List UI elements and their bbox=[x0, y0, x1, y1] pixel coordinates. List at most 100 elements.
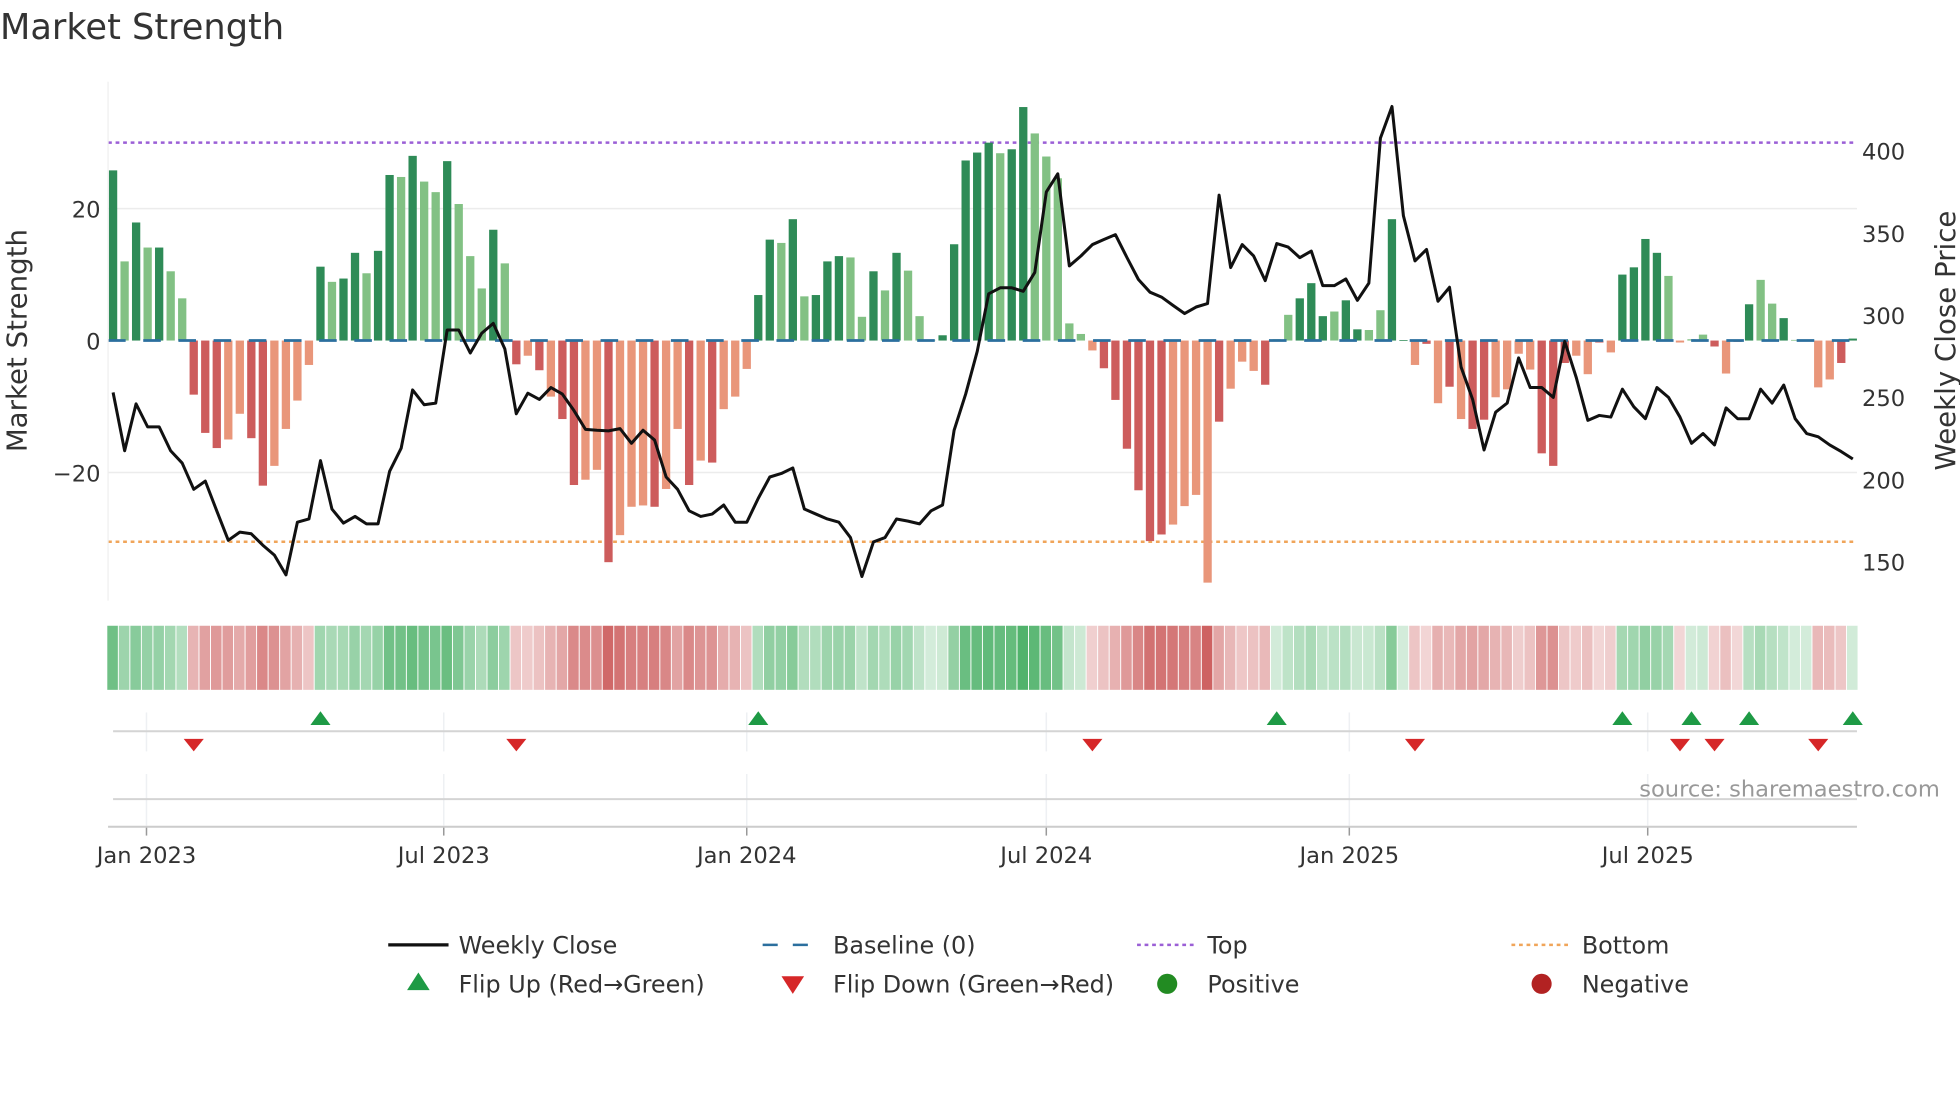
heat-cell bbox=[1674, 625, 1685, 690]
negative-bar bbox=[1099, 340, 1109, 369]
negative-bar bbox=[512, 340, 521, 365]
heat-cell bbox=[429, 625, 441, 690]
heat-cell bbox=[856, 625, 867, 690]
negative-bar bbox=[592, 340, 602, 470]
negative-bar bbox=[1261, 340, 1270, 385]
heat-cell bbox=[1628, 625, 1639, 690]
heat-cell bbox=[1582, 625, 1593, 690]
flip-down-marker bbox=[1704, 738, 1725, 752]
negative-bar bbox=[304, 340, 314, 365]
heat-cell bbox=[1432, 625, 1443, 690]
negative-bar bbox=[224, 340, 233, 440]
heat-cell bbox=[671, 625, 683, 690]
negative-bar bbox=[1122, 340, 1132, 449]
x-tick-label: Jan 2024 bbox=[695, 843, 797, 869]
negative-bar bbox=[247, 340, 256, 439]
negative-bar bbox=[1134, 340, 1143, 491]
y-axis-label: Market Strength bbox=[0, 229, 33, 452]
positive-bar bbox=[754, 295, 763, 341]
heat-cell bbox=[648, 625, 660, 690]
negative-bar bbox=[615, 340, 625, 536]
negative-bar bbox=[1721, 340, 1731, 374]
heat-cell bbox=[1086, 625, 1098, 690]
heat-cell bbox=[1800, 625, 1812, 690]
positive-bar bbox=[777, 242, 786, 341]
flip-up-marker bbox=[310, 711, 331, 726]
heat-cell bbox=[948, 625, 959, 690]
positive-bar bbox=[765, 239, 774, 341]
negative-bar bbox=[673, 340, 682, 429]
heat-cell bbox=[1005, 625, 1017, 690]
positive-bar bbox=[408, 155, 417, 341]
negative-bar bbox=[1572, 340, 1581, 356]
heat-cell bbox=[879, 625, 890, 690]
heat-cell bbox=[360, 625, 372, 690]
heat-cell bbox=[729, 625, 741, 690]
heat-cell bbox=[1754, 625, 1766, 690]
positive-bar bbox=[1042, 156, 1051, 341]
positive-bar bbox=[834, 256, 844, 341]
flip-up-marker bbox=[1681, 711, 1702, 726]
negative-bar bbox=[1249, 340, 1258, 371]
heat-cell bbox=[441, 625, 452, 690]
heat-cell bbox=[1697, 625, 1708, 690]
heat-cell bbox=[280, 625, 291, 690]
heat-cell bbox=[660, 625, 671, 690]
negative-bar bbox=[1214, 340, 1224, 422]
flip-down-marker bbox=[506, 738, 527, 752]
heat-cell bbox=[740, 625, 752, 690]
heat-cell bbox=[867, 625, 879, 690]
negative-bar bbox=[638, 340, 648, 506]
positive-bar bbox=[373, 250, 383, 341]
negative-bar bbox=[1710, 340, 1719, 347]
negative-bar bbox=[293, 340, 302, 401]
heat-cell bbox=[1178, 625, 1190, 690]
positive-bar bbox=[443, 161, 452, 341]
heat-cell bbox=[833, 625, 844, 690]
heat-cell bbox=[522, 625, 533, 690]
legend-label: Baseline (0) bbox=[833, 932, 976, 960]
heat-cell bbox=[1708, 625, 1720, 690]
positive-bar bbox=[973, 152, 982, 341]
flip-up-marker bbox=[748, 711, 769, 726]
negative-bar bbox=[235, 340, 244, 414]
positive-bar bbox=[431, 192, 440, 341]
heat-cell bbox=[1524, 625, 1535, 690]
legend-item-bottom: Bottom bbox=[1511, 932, 1669, 960]
negative-bar bbox=[1583, 340, 1592, 375]
heat-cell bbox=[545, 625, 556, 690]
heat-cell bbox=[234, 625, 245, 690]
heat-cell bbox=[291, 625, 303, 690]
y2-tick-label: 350 bbox=[1862, 222, 1905, 248]
heat-cell bbox=[199, 625, 211, 690]
negative-bar bbox=[558, 340, 567, 420]
heat-cell bbox=[153, 625, 164, 690]
legend-item-positive: Positive bbox=[1157, 971, 1299, 999]
heat-cell bbox=[475, 625, 487, 690]
heat-cell bbox=[890, 625, 902, 690]
heat-cell bbox=[1052, 625, 1063, 690]
heat-cell bbox=[1374, 625, 1386, 690]
negative-bar bbox=[1168, 340, 1178, 525]
heat-cell bbox=[1317, 625, 1328, 690]
heat-cell bbox=[487, 625, 499, 690]
heat-cell bbox=[395, 625, 406, 690]
source-note: source: sharemaestro.com bbox=[1639, 777, 1940, 803]
heat-cell bbox=[1270, 625, 1282, 690]
negative-bar bbox=[627, 340, 636, 507]
heat-cell bbox=[821, 625, 833, 690]
heat-cell bbox=[764, 625, 775, 690]
heat-cell bbox=[141, 625, 153, 690]
negative-bar bbox=[1503, 340, 1512, 390]
heat-cell bbox=[1593, 625, 1605, 690]
positive-bar bbox=[420, 181, 429, 341]
heat-cell bbox=[1570, 625, 1582, 690]
negative-bar bbox=[1433, 340, 1443, 404]
flip-up-marker bbox=[1612, 711, 1633, 726]
heat-cell bbox=[1098, 625, 1109, 690]
heat-cell bbox=[1017, 625, 1029, 690]
y-tick-label: −20 bbox=[53, 461, 101, 487]
negative-bar bbox=[1514, 340, 1523, 354]
heat-cell bbox=[1605, 625, 1616, 690]
positive-bar bbox=[178, 298, 187, 341]
